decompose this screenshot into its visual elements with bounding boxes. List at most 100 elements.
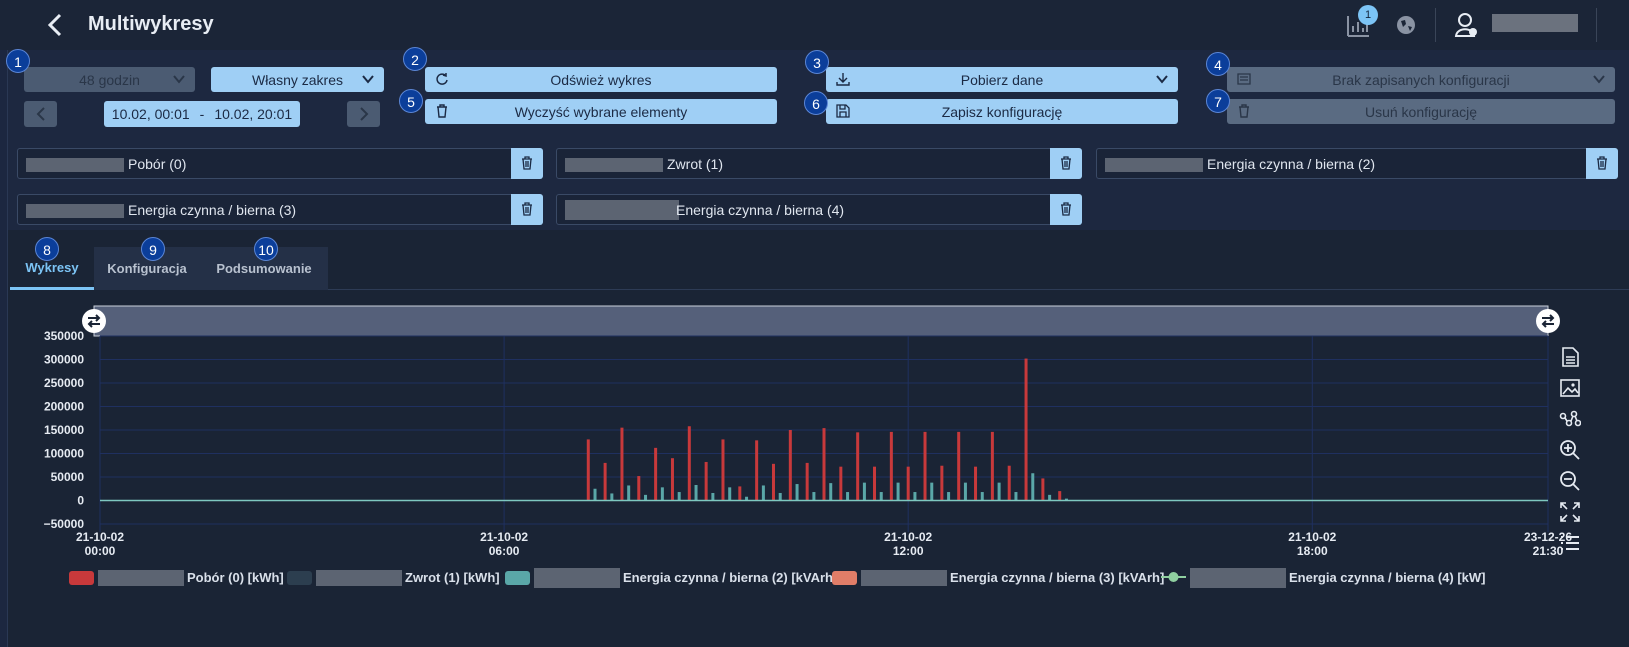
chart-bar[interactable] xyxy=(974,466,978,501)
chart-bar[interactable] xyxy=(795,484,799,501)
legend-swatch xyxy=(505,571,530,585)
chart-bar[interactable] xyxy=(896,482,900,501)
chart-bar[interactable] xyxy=(839,466,843,501)
chart-bar[interactable] xyxy=(778,492,782,501)
chart-bar[interactable] xyxy=(721,439,725,501)
download-data-button[interactable]: Pobierz dane xyxy=(826,67,1178,92)
chart-bar[interactable] xyxy=(930,482,934,501)
next-range-button[interactable] xyxy=(347,101,380,127)
date-range-input[interactable]: 10.02, 00:01 - 10.02, 20:01 xyxy=(104,101,300,127)
chart-bar[interactable] xyxy=(1031,473,1035,501)
chart-bar[interactable] xyxy=(829,483,833,501)
menu-list-icon[interactable] xyxy=(1559,532,1581,554)
y-tick-label: 350000 xyxy=(44,329,84,343)
zoom-out-icon[interactable] xyxy=(1559,470,1581,492)
chart-bar[interactable] xyxy=(856,432,860,501)
chart-bar[interactable] xyxy=(1007,465,1011,501)
zoom-in-icon[interactable] xyxy=(1559,439,1581,461)
chart-bar[interactable] xyxy=(846,492,850,501)
user-icon[interactable] xyxy=(1454,12,1480,38)
chart-bar[interactable] xyxy=(873,466,877,501)
zoom-handle-left[interactable] xyxy=(82,309,106,333)
save-config-button[interactable]: Zapisz konfigurację xyxy=(826,99,1178,124)
top-bar: Multiwykresy 1 xyxy=(0,0,1629,50)
chart-bar[interactable] xyxy=(755,440,759,501)
x-tick-label: 06:00 xyxy=(489,544,520,558)
custom-range-select[interactable]: Własny zakres xyxy=(211,67,384,92)
chart-bar[interactable] xyxy=(603,462,607,501)
chart-bar[interactable] xyxy=(879,492,883,501)
trash-icon xyxy=(522,156,532,170)
chart-bar[interactable] xyxy=(862,482,866,501)
chart-bar[interactable] xyxy=(1014,492,1018,501)
back-arrow-icon[interactable] xyxy=(44,12,68,38)
chart-bar[interactable] xyxy=(940,465,944,501)
zoom-slider-track[interactable] xyxy=(94,306,1548,336)
data-points-icon[interactable] xyxy=(1559,408,1582,430)
remove-item-button[interactable] xyxy=(511,148,543,179)
chart-bar[interactable] xyxy=(997,482,1001,501)
chart-bar[interactable] xyxy=(889,431,893,501)
chart-bar[interactable] xyxy=(1024,358,1028,501)
remove-item-button[interactable] xyxy=(511,194,543,225)
trash-icon xyxy=(1061,202,1071,216)
chart-bar[interactable] xyxy=(610,493,614,501)
preset-range-select[interactable]: 48 godzin xyxy=(24,67,195,92)
remove-item-button[interactable] xyxy=(1050,148,1082,179)
export-image-icon[interactable] xyxy=(1559,377,1581,399)
y-axis-ticks: 350000 300000 250000 200000 150000 100000 5000… xyxy=(44,329,85,531)
chart-bar[interactable] xyxy=(963,482,967,501)
chart-bar[interactable] xyxy=(980,492,984,501)
chart-bar[interactable] xyxy=(670,458,674,501)
header-divider xyxy=(1596,8,1597,42)
chart-bar[interactable] xyxy=(711,492,715,501)
chart-bar[interactable] xyxy=(906,466,910,501)
remove-item-button[interactable] xyxy=(1586,148,1618,179)
chart-bar[interactable] xyxy=(593,488,597,501)
remove-item-button[interactable] xyxy=(1050,194,1082,225)
refresh-chart-button[interactable]: Odśwież wykres xyxy=(425,67,777,92)
chart-bar[interactable] xyxy=(923,431,927,501)
globe-icon[interactable] xyxy=(1396,15,1416,35)
chart-bar[interactable] xyxy=(644,494,648,501)
chart-bar[interactable] xyxy=(654,447,658,501)
chart-bar[interactable] xyxy=(990,431,994,501)
chart-bar[interactable] xyxy=(627,485,631,501)
legend-label: Zwrot (1) [kWh] xyxy=(405,570,500,585)
chart-bar[interactable] xyxy=(1041,478,1045,501)
chart-bar[interactable] xyxy=(694,484,698,501)
chart-bar[interactable] xyxy=(738,486,742,501)
clear-selected-button[interactable]: Wyczyść wybrane elementy xyxy=(425,99,777,124)
chart-bar[interactable] xyxy=(761,485,765,501)
chart-bar[interactable] xyxy=(704,461,708,501)
chart-bar[interactable] xyxy=(771,463,775,501)
chart-bar[interactable] xyxy=(788,430,792,501)
marker-5: 5 xyxy=(399,89,423,113)
trash-icon xyxy=(522,202,532,216)
masked-name xyxy=(1190,568,1286,588)
chart-bar[interactable] xyxy=(687,426,691,501)
chart-bar[interactable] xyxy=(805,462,809,501)
chart-bar[interactable] xyxy=(822,428,826,501)
trash-icon xyxy=(1061,156,1071,170)
export-csv-icon[interactable] xyxy=(1559,346,1581,368)
chart-bar[interactable] xyxy=(947,492,951,501)
chart-bar[interactable] xyxy=(913,492,917,501)
zoom-handle-right[interactable] xyxy=(1536,309,1560,333)
chart-bar[interactable] xyxy=(660,487,664,501)
chart-bar[interactable] xyxy=(637,476,641,501)
chart-bar[interactable] xyxy=(586,439,590,501)
fullscreen-icon[interactable] xyxy=(1559,501,1581,523)
chart-bar[interactable] xyxy=(1058,491,1062,501)
chart-bar[interactable] xyxy=(677,492,681,501)
chart-bar[interactable] xyxy=(957,431,961,501)
x-tick-label: 18:00 xyxy=(1297,544,1328,558)
delete-config-button[interactable]: Usuń konfigurację xyxy=(1227,99,1615,124)
chart-bar[interactable] xyxy=(728,487,732,501)
chart-bar[interactable] xyxy=(620,427,624,501)
chart-bar[interactable] xyxy=(1048,494,1052,501)
selected-item-label: Energia czynna / bierna (2) xyxy=(1207,156,1376,172)
chart-bar[interactable] xyxy=(812,492,816,501)
previous-range-button[interactable] xyxy=(24,101,57,127)
saved-configs-select[interactable]: Brak zapisanych konfiguracji xyxy=(1227,67,1615,92)
